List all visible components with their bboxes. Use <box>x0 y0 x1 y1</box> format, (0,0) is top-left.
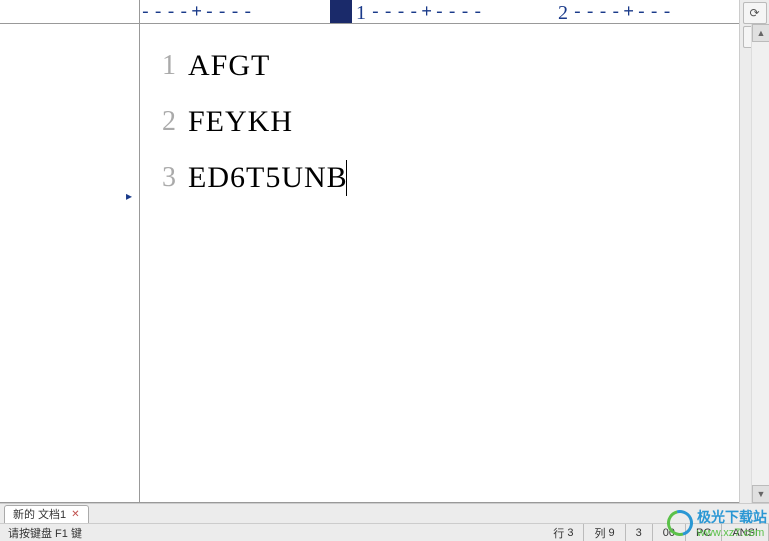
ruler-number-2: 2 <box>556 2 570 24</box>
vertical-scrollbar[interactable]: ▲ ▼ <box>751 24 769 503</box>
editor[interactable]: 1 2 ▸ 3 AFGT FEYKH ED6T5UNB <box>140 24 739 503</box>
status-zeros: 00 <box>653 524 686 541</box>
text-caret <box>346 160 347 196</box>
status-sel: 3 <box>626 524 653 541</box>
main-row: 1 2 ▸ 3 AFGT FEYKH ED6T5UNB D ▲ ▼ <box>0 24 769 503</box>
scroll-up-button[interactable]: ▲ <box>752 24 769 42</box>
ruler-number-1: 1 <box>354 2 368 24</box>
ruler[interactable]: ----+---- 1 ----+---- 2 ----+--- <box>140 0 739 24</box>
status-col: 列 9 <box>584 524 625 541</box>
tab-close-icon[interactable]: ✕ <box>71 509 79 520</box>
left-panel[interactable] <box>0 24 140 503</box>
status-encoding: ANSI <box>722 524 769 541</box>
line-number-gutter: 1 2 ▸ 3 <box>140 24 182 502</box>
left-panel-header <box>0 0 140 24</box>
ruler-dashes: ----+---- <box>370 3 485 23</box>
right-toolbar: ⟳ <box>739 0 769 24</box>
scroll-down-button[interactable]: ▼ <box>752 485 769 503</box>
app-container: ----+---- 1 ----+---- 2 ----+--- ⟳ 1 2 ▸… <box>0 0 769 541</box>
refresh-button[interactable]: ⟳ <box>743 2 767 24</box>
document-tab[interactable]: 新的 文档1 ✕ <box>4 505 89 523</box>
tab-label: 新的 文档1 <box>13 506 66 522</box>
ruler-cursor[interactable] <box>330 0 352 24</box>
status-hint: 请按键盘 F1 键 <box>0 525 543 541</box>
line-number: 1 <box>140 42 182 98</box>
status-pc: PC <box>686 524 722 541</box>
right-sidebar: D ▲ ▼ <box>739 24 769 503</box>
current-line-marker-icon: ▸ <box>126 172 132 220</box>
ruler-dashes: ----+---- <box>140 3 255 23</box>
status-row: 行 3 <box>543 524 584 541</box>
line-number: ▸ 3 <box>140 154 182 210</box>
code-line[interactable]: FEYKH <box>188 98 739 154</box>
line-number-text: 3 <box>162 162 176 193</box>
line-number: 2 <box>140 98 182 154</box>
tab-bar: 新的 文档1 ✕ <box>0 503 769 523</box>
code-text: AFGT <box>188 49 270 82</box>
status-bar: 请按键盘 F1 键 行 3 列 9 3 00 PC ANSI <box>0 523 769 541</box>
code-line[interactable]: ED6T5UNB <box>188 154 739 210</box>
code-area[interactable]: AFGT FEYKH ED6T5UNB <box>182 24 739 502</box>
code-text: ED6T5UNB <box>188 161 348 194</box>
top-row: ----+---- 1 ----+---- 2 ----+--- ⟳ <box>0 0 769 24</box>
ruler-dashes: ----+--- <box>572 3 674 23</box>
code-text: FEYKH <box>188 105 293 138</box>
code-line[interactable]: AFGT <box>188 42 739 98</box>
